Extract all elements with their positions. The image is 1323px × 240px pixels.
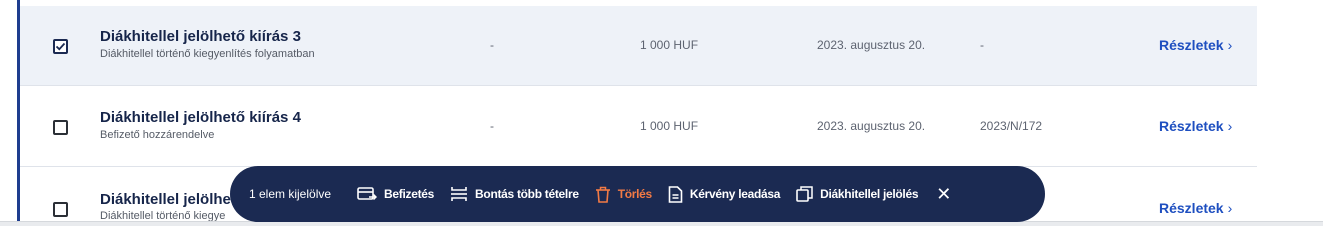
chevron-right-icon: › [1227,37,1233,53]
check-icon [55,42,66,51]
details-link-label: Részletek [1159,200,1224,216]
submit-request-button[interactable]: Kérvény leadása [668,185,781,203]
document-icon [668,185,683,203]
details-link[interactable]: Részletek › [1159,200,1232,216]
details-link[interactable]: Részletek › [1159,37,1232,53]
mark-student-loan-button-label: Diákhitellel jelölés [820,187,919,201]
row-date: 2023. augusztus 20. [817,38,926,52]
row-cell-a: - [490,119,494,133]
row-subtitle: Diákhitellel történő kiegyenlítés folyam… [100,48,315,60]
row-subtitle: Befizető hozzárendelve [100,129,215,141]
row-reference: - [980,38,984,52]
payment-icon [357,187,378,201]
row-date: 2023. augusztus 20. [817,119,926,133]
payment-button[interactable]: Befizetés [357,187,434,201]
chevron-right-icon: › [1227,118,1233,134]
split-button-label: Bontás több tételre [475,187,579,201]
delete-button-label: Törlés [617,187,653,201]
page: Diákhitellel jelölhető kiírás 3 Diákhite… [0,0,1323,226]
delete-button[interactable]: Törlés [595,186,652,203]
row-title: Diákhitellel jelölhe [100,191,231,208]
row-subtitle: Diákhitellel történő kiegye [100,210,226,221]
row-amount: 1 000 HUF [640,38,699,52]
mark-student-loan-button[interactable]: Diákhitellel jelölés [796,186,919,202]
bulk-action-bar: 1 elem kijelölve Befizetés Bontás több t… [230,166,1045,222]
submit-request-button-label: Kérvény leadása [689,187,781,201]
row-checkbox[interactable] [53,120,68,135]
mark-icon [796,186,813,202]
details-link[interactable]: Részletek › [1159,118,1232,134]
close-icon[interactable]: ✕ [936,184,951,205]
trash-icon [595,186,610,203]
row-reference: 2023/N/172 [980,119,1043,133]
details-link-label: Részletek [1159,37,1224,53]
row-checkbox[interactable] [53,39,68,54]
split-icon [451,187,468,201]
row-cell-a: - [490,38,494,52]
details-link-label: Részletek [1159,118,1224,134]
split-button[interactable]: Bontás több tételre [450,186,579,202]
row-title: Diákhitellel jelölhető kiírás 3 [100,28,301,45]
row-title: Diákhitellel jelölhető kiírás 4 [100,109,301,126]
row-amount: 1 000 HUF [640,119,699,133]
payment-button-label: Befizetés [384,187,435,201]
selection-count: 1 elem kijelölve [249,187,332,201]
chevron-right-icon: › [1227,200,1233,216]
table-row[interactable]: Diákhitellel jelölhető kiírás 4 Befizető… [20,87,1257,167]
table-row[interactable]: Diákhitellel jelölhető kiírás 3 Diákhite… [20,6,1257,86]
row-checkbox[interactable] [53,202,68,217]
